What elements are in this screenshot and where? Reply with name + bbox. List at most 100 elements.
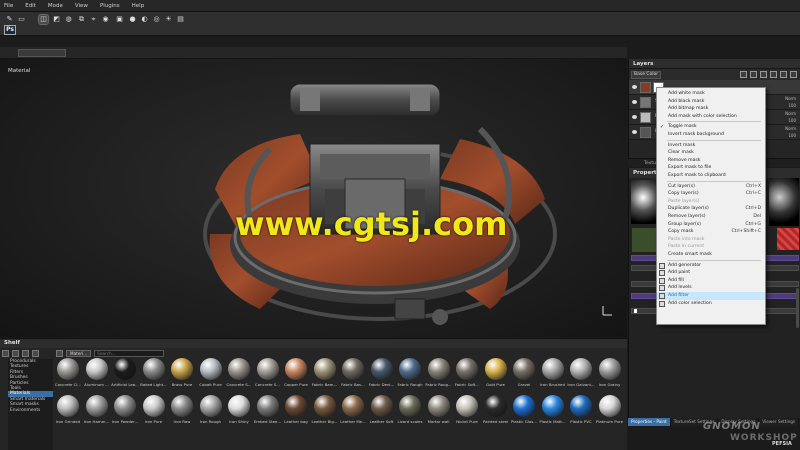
shelf-search-input[interactable]: Search... [94, 350, 165, 357]
shelf-folder-icon[interactable] [12, 350, 19, 357]
material-item[interactable]: Fabric Bas... [339, 358, 367, 392]
material-item[interactable]: Fabric Deni... [368, 358, 396, 392]
visibility-eye-icon[interactable] [632, 100, 637, 104]
panel-tab[interactable]: Viewer Settings [759, 418, 800, 426]
context-menu-item[interactable]: Export mask to clipboard [657, 172, 765, 180]
shelf-import-icon[interactable] [2, 350, 9, 357]
material-item[interactable]: Leather Big... [311, 395, 339, 429]
material-item[interactable]: Nickel Pure [453, 395, 481, 429]
visibility-eye-icon[interactable] [632, 85, 637, 89]
material-icon[interactable]: ▣ [115, 15, 124, 24]
visibility-eye-icon[interactable] [632, 115, 637, 119]
material-item[interactable]: Plastic PVC [567, 395, 595, 429]
context-menu-item[interactable]: Invert mask background [657, 131, 765, 139]
material-item[interactable]: Iron Grainy [596, 358, 624, 392]
display-icon[interactable]: ▤ [176, 15, 185, 24]
shelf-list-icon[interactable] [22, 350, 29, 357]
menu-plugins[interactable]: Plugins [100, 3, 120, 9]
material-item[interactable]: Iron Brushed [539, 358, 567, 392]
material-item[interactable]: Iron Grinded [54, 395, 82, 429]
material-item[interactable]: Leather Soft [368, 395, 396, 429]
bake-icon[interactable]: ◉ [101, 15, 110, 24]
material-item[interactable]: Brass Pure [168, 358, 196, 392]
material-item[interactable]: Leather bag [282, 395, 310, 429]
channel-select[interactable]: Base Color [631, 70, 661, 79]
3d-viewport[interactable]: Material www.cgtsj.com [0, 59, 627, 337]
add-folder-icon[interactable] [760, 71, 767, 78]
material-item[interactable]: Aluminum ... [83, 358, 111, 392]
camera-icon[interactable]: ◎ [152, 15, 161, 24]
material-item[interactable]: Mortar wall [425, 395, 453, 429]
material-item[interactable]: Concrete Cl... [54, 358, 82, 392]
texture-swatch[interactable] [777, 228, 799, 250]
material-item[interactable]: Iron Powder... [111, 395, 139, 429]
material-item[interactable]: Plastic Matt... [539, 395, 567, 429]
menu-file[interactable]: File [4, 3, 13, 9]
add-effect-icon[interactable] [750, 71, 757, 78]
filter-tag[interactable]: Materi... [66, 350, 92, 357]
sphere-icon[interactable]: ● [128, 15, 137, 24]
panel-tab[interactable]: Properties - Paint [628, 418, 671, 426]
material-item[interactable]: Iron Pure [140, 395, 168, 429]
material-item[interactable]: Gold Pure [482, 358, 510, 392]
delete-layer-icon[interactable] [790, 71, 797, 78]
brush-icon[interactable]: ✎ [5, 15, 14, 24]
material-thumbnail [370, 358, 393, 380]
layer-blend[interactable]: Norm [785, 96, 796, 101]
context-menu-item[interactable]: Add mask with color selection [657, 113, 765, 121]
material-item[interactable]: Concrete S... [254, 358, 282, 392]
material-item[interactable]: Plastic Glos... [510, 395, 538, 429]
add-mask-icon[interactable] [740, 71, 747, 78]
material-item[interactable]: Fabric Soft... [453, 358, 481, 392]
layer-blend[interactable]: Norm [785, 126, 796, 131]
projection-icon[interactable]: ◫ [38, 14, 49, 25]
material-item[interactable]: Lizard scales [396, 395, 424, 429]
photoshop-badge[interactable]: Ps [4, 25, 16, 35]
material-item[interactable]: Iron Hamm... [83, 395, 111, 429]
material-item[interactable]: Iron Shiny [225, 395, 253, 429]
material-item[interactable]: Iron Galvani... [567, 358, 595, 392]
menu-mode[interactable]: Mode [48, 3, 63, 9]
context-menu-item[interactable]: Add color selection [657, 300, 765, 308]
picker-icon[interactable]: ⌖ [89, 15, 98, 24]
material-item[interactable]: Concrete S... [225, 358, 253, 392]
material-item[interactable]: Fabric Rough [396, 358, 424, 392]
add-fill-icon[interactable] [770, 71, 777, 78]
geometry-mask-icon[interactable]: ◩ [52, 15, 61, 24]
material-item[interactable]: Cobalt Pure [197, 358, 225, 392]
properties-scrollbar[interactable] [796, 288, 799, 328]
texture-swatch[interactable] [632, 228, 658, 252]
add-layer-icon[interactable] [780, 71, 787, 78]
menu-help[interactable]: Help [132, 3, 145, 9]
filter-icon[interactable] [56, 350, 63, 357]
material-item[interactable]: Painted steel [482, 395, 510, 429]
material-item[interactable]: Iron Rough [197, 395, 225, 429]
clone-icon[interactable]: ⧉ [77, 15, 86, 24]
material-item[interactable]: Embed Stee... [254, 395, 282, 429]
context-menu-item[interactable]: Create smart mask [657, 251, 765, 259]
material-item[interactable]: Leather Me... [339, 395, 367, 429]
render-icon[interactable]: ◐ [140, 15, 149, 24]
material-item[interactable]: Fabric Bam... [311, 358, 339, 392]
menu-view[interactable]: View [75, 3, 88, 9]
material-item[interactable]: Iron Raw [168, 395, 196, 429]
material-item[interactable]: Artificial Lea... [111, 358, 139, 392]
layer-opacity[interactable]: 100 [788, 103, 796, 108]
eraser-icon[interactable]: ▭ [17, 15, 26, 24]
smudge-icon[interactable]: ◍ [64, 15, 73, 24]
visibility-eye-icon[interactable] [632, 130, 637, 134]
shelf-category[interactable]: Environments [8, 408, 53, 413]
layer-opacity[interactable]: 100 [788, 133, 796, 138]
menu-edit[interactable]: Edit [25, 3, 36, 9]
watermark: www.cgtsj.com [235, 205, 508, 243]
shelf-grid-icon[interactable] [32, 350, 39, 357]
material-item[interactable]: Fabric Roug... [425, 358, 453, 392]
material-item[interactable]: Copper Pure [282, 358, 310, 392]
material-item[interactable]: Gravel [510, 358, 538, 392]
layer-blend[interactable]: Norm [785, 111, 796, 116]
layer-opacity[interactable]: 100 [788, 118, 796, 123]
material-item[interactable]: Baked Light... [140, 358, 168, 392]
lights-icon[interactable]: ☀ [164, 15, 173, 24]
tool-size-slider[interactable] [18, 49, 66, 57]
material-item[interactable]: Platinum Pure [596, 395, 624, 429]
